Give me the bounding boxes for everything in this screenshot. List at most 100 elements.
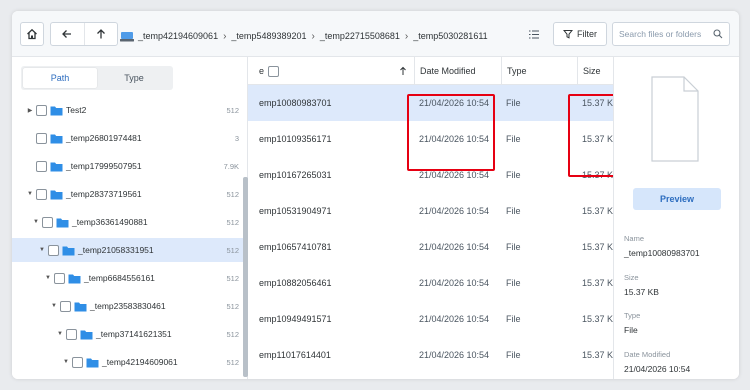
- nav-button-group: [50, 22, 118, 46]
- tree-item-checkbox[interactable]: [66, 328, 77, 340]
- tree-item[interactable]: ▼ _temp42194609061 512: [12, 350, 243, 374]
- filter-label: Filter: [577, 29, 597, 39]
- list-icon: [529, 30, 539, 38]
- tab-type[interactable]: Type: [97, 68, 171, 88]
- column-header-size[interactable]: Size: [577, 57, 601, 85]
- tree-caret-icon[interactable]: ▼: [38, 247, 46, 253]
- type-cell: File: [506, 98, 521, 108]
- breadcrumb-separator-icon: ›: [311, 30, 315, 42]
- type-cell: File: [506, 134, 521, 144]
- tree-item-checkbox[interactable]: [36, 160, 47, 172]
- tree-caret-icon[interactable]: ▼: [56, 331, 64, 337]
- folder-icon: [50, 162, 63, 171]
- breadcrumb-item-2[interactable]: _temp22715508681: [320, 31, 400, 41]
- tree-item[interactable]: ▼ _temp6684556161 512: [12, 266, 243, 290]
- tree-item-count: 512: [226, 329, 239, 339]
- back-button[interactable]: [51, 23, 84, 45]
- tree-item[interactable]: ▼ _temp28373719561 512: [12, 182, 243, 206]
- tree-caret-icon[interactable]: ▶: [26, 107, 34, 114]
- tree-item-checkbox[interactable]: [60, 300, 71, 312]
- tree-item-checkbox[interactable]: [42, 216, 53, 228]
- search-icon[interactable]: [713, 29, 723, 39]
- tree-item-checkbox[interactable]: [36, 188, 47, 200]
- tree-caret-icon[interactable]: ▼: [62, 359, 70, 365]
- tree-item-label: _temp28373719561: [66, 189, 142, 199]
- column-header-name[interactable]: e: [259, 57, 281, 85]
- date-modified-cell: 21/04/2026 10:54: [419, 242, 490, 252]
- tree-item-count: 512: [226, 357, 239, 367]
- folder-tree-pane: Path Type ▶ Test2 512 _temp26801974481 3 _tem…: [12, 57, 248, 379]
- tree-item-count: 512: [226, 189, 239, 199]
- breadcrumb-item-3[interactable]: _temp5030281611: [413, 31, 487, 41]
- tree-item[interactable]: ▼ _temp36361490881 512: [12, 210, 243, 234]
- select-all-checkbox[interactable]: [268, 65, 280, 77]
- drive-icon: [120, 31, 134, 41]
- table-row[interactable]: emp11017614401 21/04/2026 10:54 File 15.37 …: [248, 337, 619, 373]
- tree-item-count: 512: [226, 273, 239, 283]
- table-row[interactable]: emp10949491571 21/04/2026 10:54 File 15.37 …: [248, 301, 619, 337]
- home-button[interactable]: [20, 22, 44, 46]
- preview-button[interactable]: Preview: [633, 188, 721, 210]
- tree-item[interactable]: ▶ Test2 512: [12, 98, 243, 122]
- tree-item-checkbox[interactable]: [36, 104, 47, 116]
- name-label: Name: [624, 234, 645, 243]
- list-view-button[interactable]: [524, 25, 544, 43]
- file-name-cell: emp10167265031: [259, 170, 332, 180]
- view-mode-segmented-control: Path Type: [21, 66, 173, 90]
- sort-ascending-icon[interactable]: [399, 57, 407, 85]
- name-column-label: e: [259, 66, 265, 76]
- date-modified-cell: 21/04/2026 10:54: [419, 134, 490, 144]
- date-modified-cell: 21/04/2026 10:54: [419, 278, 490, 288]
- search-box: [612, 22, 730, 46]
- toolbar: _temp42194609061 › _temp5489389201 › _te…: [12, 11, 739, 57]
- breadcrumb-item-1[interactable]: _temp5489389201: [231, 31, 306, 41]
- column-header-date[interactable]: Date Modified: [414, 57, 476, 85]
- tree-caret-icon[interactable]: ▼: [50, 303, 58, 309]
- table-row[interactable]: emp10109356171 21/04/2026 10:54 File 15.37 …: [248, 121, 619, 157]
- up-button[interactable]: [83, 23, 117, 45]
- tree-caret-icon[interactable]: ▼: [44, 275, 52, 281]
- folder-icon: [86, 358, 99, 367]
- tree-item-label: _temp26801974481: [66, 133, 142, 143]
- tree-item[interactable]: ▼ _temp21058331951 512: [12, 238, 243, 262]
- file-explorer-window: _temp42194609061 › _temp5489389201 › _te…: [12, 11, 739, 379]
- file-name-cell: emp10531904971: [259, 206, 332, 216]
- tree-item-label: _temp42194609061: [102, 357, 178, 367]
- tree-item-checkbox[interactable]: [36, 132, 47, 144]
- size-label: Size: [624, 273, 639, 282]
- table-row[interactable]: emp10167265031 21/04/2026 10:54 File 15.37 …: [248, 157, 619, 193]
- date-modified-label: Date Modified: [624, 350, 671, 359]
- table-row[interactable]: emp10657410781 21/04/2026 10:54 File 15.37 …: [248, 229, 619, 265]
- table-row[interactable]: emp10531904971 21/04/2026 10:54 File 15.37 …: [248, 193, 619, 229]
- arrow-up-icon: [97, 29, 105, 39]
- tree-item[interactable]: _temp26801974481 3: [12, 126, 243, 150]
- file-name-cell: emp10657410781: [259, 242, 332, 252]
- filter-button[interactable]: Filter: [553, 22, 607, 46]
- tree-item-label: _temp36361490881: [72, 217, 148, 227]
- date-modified-cell: 21/04/2026 10:54: [419, 314, 490, 324]
- tree-caret-icon[interactable]: ▼: [26, 191, 34, 197]
- breadcrumb: _temp42194609061 › _temp5489389201 › _te…: [120, 29, 488, 43]
- tree-item-count: 7.9K: [223, 161, 239, 171]
- type-label: Type: [624, 311, 641, 320]
- table-row[interactable]: emp10080983701 21/04/2026 10:54 File 15.37 …: [248, 85, 619, 121]
- tree-item-checkbox[interactable]: [48, 244, 59, 256]
- home-icon: [27, 28, 37, 40]
- search-input[interactable]: [619, 29, 709, 39]
- table-header: e Date Modified Type Size: [248, 57, 613, 85]
- tree-item-checkbox[interactable]: [72, 356, 83, 368]
- tree-item[interactable]: ▼ _temp37141621351 512: [12, 322, 243, 346]
- tree-item[interactable]: ▼ _temp23583830461 512: [12, 294, 243, 318]
- tree-item-label: _temp6684556161: [84, 273, 155, 283]
- tree-caret-icon[interactable]: ▼: [32, 219, 40, 225]
- tree-item[interactable]: _temp17999507951 7.9K: [12, 154, 243, 178]
- tree-item-checkbox[interactable]: [54, 272, 65, 284]
- breadcrumb-item-0[interactable]: _temp42194609061: [120, 31, 218, 42]
- tab-path[interactable]: Path: [23, 68, 97, 88]
- tree-item-label: _temp17999507951: [66, 161, 142, 171]
- tree-item-label: _temp23583830461: [90, 301, 166, 311]
- table-row[interactable]: emp10882056461 21/04/2026 10:54 File 15.37 …: [248, 265, 619, 301]
- folder-icon: [50, 106, 63, 115]
- tree-item-label: Test2: [66, 105, 87, 115]
- column-header-type[interactable]: Type: [501, 57, 527, 85]
